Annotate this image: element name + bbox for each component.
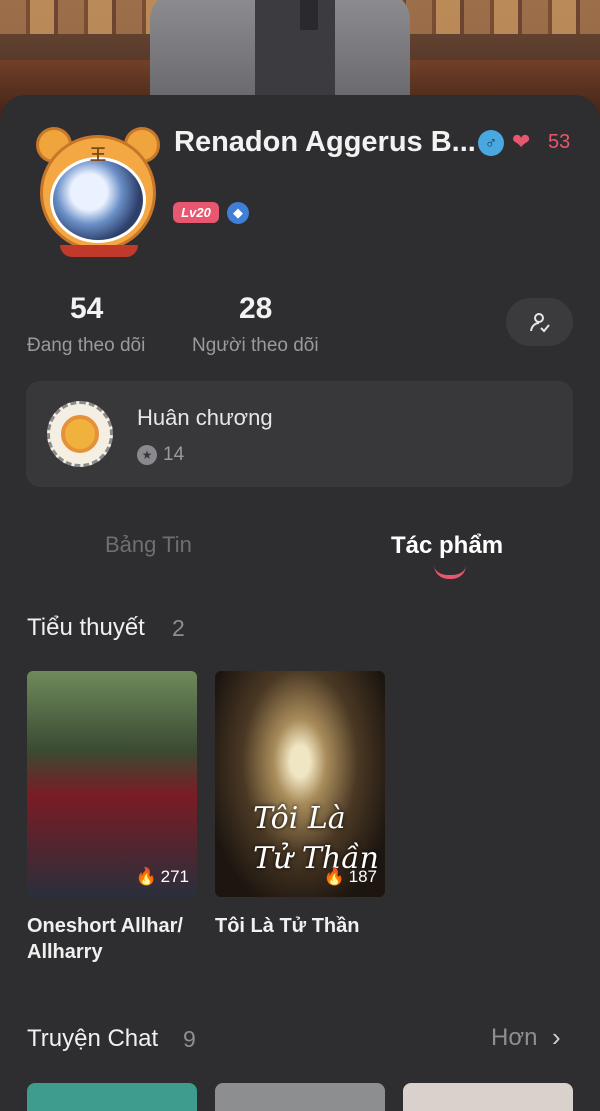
star-icon: ★ (137, 445, 157, 465)
chat-story-thumb-2[interactable] (215, 1083, 385, 1111)
tab-works[interactable]: Tác phẩm (391, 532, 503, 560)
novel-cover-1[interactable]: 🔥 271 (27, 671, 197, 897)
novel-title-2[interactable]: Tôi Là Tử Thần (215, 913, 405, 939)
followers-count[interactable]: 28 (239, 292, 272, 326)
novels-section-title: Tiểu thuyết (27, 614, 145, 641)
male-icon: ♂ (478, 130, 504, 156)
profile-name: Renadon Aggerus B... (174, 126, 476, 158)
chat-stories-title: Truyện Chat (27, 1025, 159, 1052)
novels-count: 2 (172, 615, 185, 641)
avatar-photo (50, 157, 146, 243)
hearts-icon: ❤ (512, 129, 531, 154)
following-count[interactable]: 54 (70, 292, 103, 326)
medal-title: Huân chương (137, 405, 273, 430)
banner-character-vest (255, 0, 335, 110)
avatar-frame-mark: 王 (84, 141, 112, 164)
following-label[interactable]: Đang theo dõi (27, 335, 145, 357)
medal-inner (61, 415, 99, 453)
hearts-count: 53 (548, 131, 571, 153)
novel-views-2: 🔥 187 (323, 867, 377, 886)
user-follow-icon (529, 313, 550, 333)
chat-story-thumb-3[interactable] (403, 1083, 573, 1111)
chat-stories-count: 9 (183, 1026, 196, 1052)
chat-story-thumb-1[interactable] (27, 1083, 197, 1111)
level-badge: Lv20 (173, 202, 219, 223)
follow-user-button[interactable] (506, 298, 573, 346)
chevron-right-icon[interactable]: › (552, 1022, 561, 1053)
more-link[interactable]: Hơn (491, 1024, 537, 1052)
novel-views-1: 🔥 271 (135, 867, 189, 886)
flame-icon: 🔥 (135, 867, 157, 886)
diamond-icon: ◆ (227, 202, 249, 224)
medal-count: 14 (163, 444, 185, 465)
followers-label[interactable]: Người theo dõi (192, 335, 319, 357)
banner-character-tie (300, 0, 318, 30)
avatar-collar (60, 245, 138, 257)
flame-icon: 🔥 (323, 867, 345, 886)
novel-cover-2[interactable]: Tôi Là Tử Thần 🔥 187 (215, 671, 385, 897)
tab-feed[interactable]: Bảng Tin (105, 532, 192, 558)
novel-title-1[interactable]: Oneshort Allhar/ Allharry (27, 913, 197, 965)
avatar[interactable]: 王 (36, 127, 160, 257)
